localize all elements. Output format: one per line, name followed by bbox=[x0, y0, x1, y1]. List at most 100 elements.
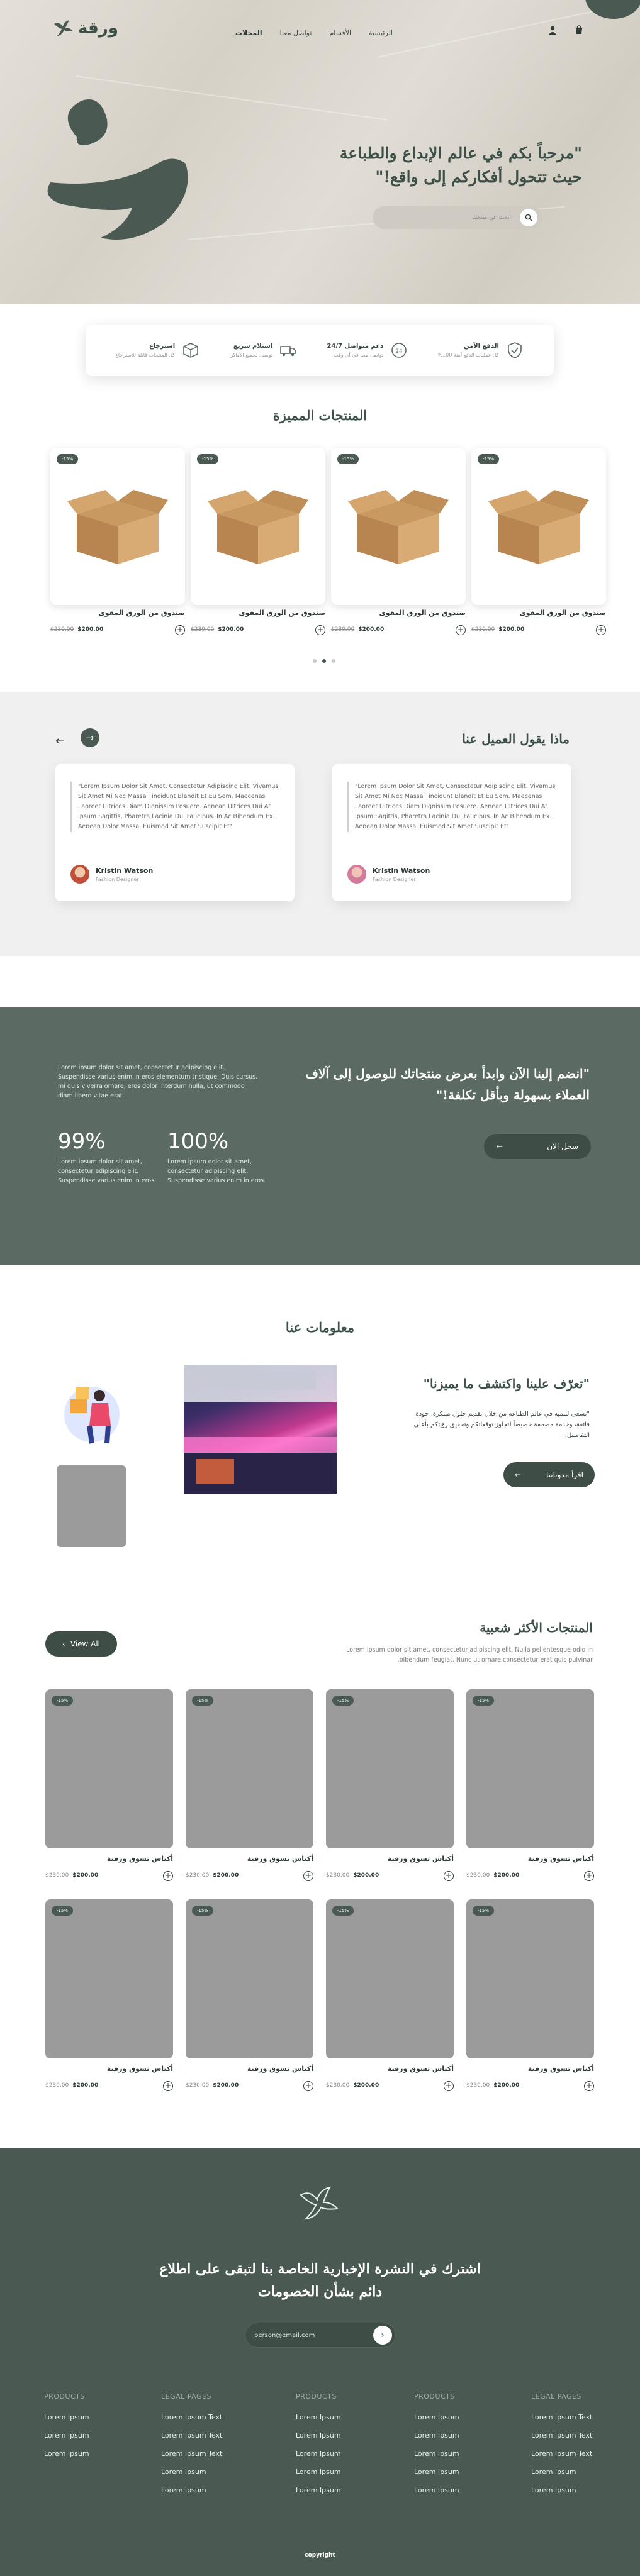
footer-link[interactable]: Lorem Ipsum bbox=[44, 2450, 89, 2458]
product-name[interactable]: أكياس تسوق ورقية bbox=[186, 2065, 313, 2073]
add-to-cart-button[interactable]: + bbox=[175, 625, 185, 635]
read-blog-button-label: اقرأ مدوناتنا bbox=[546, 1470, 583, 1479]
logo[interactable]: ورقة bbox=[53, 19, 118, 38]
footer-link[interactable]: Lorem Ipsum Text bbox=[531, 2431, 592, 2440]
footer-link[interactable]: Lorem Ipsum bbox=[296, 2468, 341, 2476]
search-button[interactable] bbox=[520, 209, 537, 226]
footer-link[interactable]: Lorem Ipsum bbox=[414, 2431, 459, 2440]
nav-item-contact[interactable]: تواصل معنا bbox=[280, 29, 312, 37]
svg-text:24: 24 bbox=[396, 348, 403, 355]
footer-link[interactable]: Lorem Ipsum bbox=[296, 2450, 341, 2458]
feature-secure-payment: الدفع الآمن كل عمليات الدفع آمنة 100% bbox=[437, 341, 524, 360]
read-blog-button[interactable]: اقرأ مدوناتنا ← bbox=[503, 1462, 595, 1487]
cart-icon[interactable] bbox=[574, 25, 584, 35]
product-card[interactable]: -15% bbox=[45, 1899, 173, 2058]
footer-link[interactable]: Lorem Ipsum bbox=[414, 2468, 459, 2476]
product-card[interactable]: -15% bbox=[191, 448, 325, 605]
footer-link[interactable]: Lorem Ipsum Text bbox=[531, 2413, 592, 2421]
product-card[interactable]: -15% bbox=[471, 448, 606, 605]
search-input[interactable]: ابحث عن منتجك bbox=[473, 214, 511, 221]
footer-link[interactable]: Lorem Ipsum Text bbox=[161, 2413, 222, 2421]
footer-column: PRODUCTS Lorem Ipsum Lorem Ipsum Lorem Ipsu… bbox=[414, 2392, 459, 2504]
add-to-cart-button[interactable]: + bbox=[456, 625, 466, 635]
nav-item-sections[interactable]: الأقسام bbox=[329, 29, 351, 37]
product-card[interactable]: -15% bbox=[186, 1689, 313, 1848]
footer-link[interactable]: Lorem Ipsum bbox=[161, 2486, 222, 2494]
footer-link[interactable]: Lorem Ipsum Text bbox=[161, 2431, 222, 2440]
product-name[interactable]: صندوق من الورق المقوى bbox=[331, 609, 466, 617]
add-to-cart-button[interactable]: + bbox=[303, 1871, 313, 1881]
cardboard-box-image bbox=[67, 490, 168, 564]
discount-badge: -15% bbox=[57, 454, 79, 464]
feature-subtitle: توصيل لجميع الأماكن bbox=[229, 352, 273, 358]
product-card[interactable]: -15% bbox=[186, 1899, 313, 2058]
current-price: $200.00 bbox=[72, 2082, 99, 2089]
product-card[interactable]: -15% bbox=[326, 1899, 454, 2058]
add-to-cart-button[interactable]: + bbox=[584, 2081, 594, 2091]
carousel-dot[interactable] bbox=[332, 659, 335, 663]
user-icon[interactable] bbox=[547, 25, 558, 35]
footer-link[interactable]: Lorem Ipsum bbox=[296, 2413, 341, 2421]
footer-link[interactable]: Lorem Ipsum bbox=[531, 2468, 592, 2476]
current-price: $200.00 bbox=[77, 626, 104, 633]
add-to-cart-button[interactable]: + bbox=[163, 2081, 173, 2091]
footer-link[interactable]: Lorem Ipsum bbox=[161, 2468, 222, 2476]
submit-arrow-icon[interactable]: › bbox=[373, 2326, 392, 2345]
author-name: Kristin Watson bbox=[96, 866, 154, 875]
footer-link[interactable]: Lorem Ipsum bbox=[44, 2413, 89, 2421]
feature-delivery: استلام سريع توصيل لجميع الأماكن bbox=[229, 341, 298, 360]
add-to-cart-button[interactable]: + bbox=[596, 625, 606, 635]
product-card[interactable]: -15% bbox=[466, 1899, 594, 2058]
newsletter-title-line2: دائم بشأن الخصومات bbox=[257, 2284, 383, 2300]
product-card[interactable]: -15% bbox=[50, 448, 185, 605]
product-name[interactable]: أكياس تسوق ورقية bbox=[466, 1855, 594, 1863]
product-name[interactable]: أكياس تسوق ورقية bbox=[326, 1855, 454, 1863]
product-name[interactable]: أكياس تسوق ورقية bbox=[186, 1855, 313, 1863]
current-price: $200.00 bbox=[493, 1872, 520, 1879]
arrow-right-icon[interactable]: → bbox=[81, 728, 99, 747]
product-name[interactable]: أكياس تسوق ورقية bbox=[45, 2065, 173, 2073]
add-to-cart-button[interactable]: + bbox=[163, 1871, 173, 1881]
product-name[interactable]: صندوق من الورق المقوى bbox=[471, 609, 606, 617]
product-card[interactable]: -15% bbox=[326, 1689, 454, 1848]
product-name[interactable]: أكياس تسوق ورقية bbox=[45, 1855, 173, 1863]
newsletter-email-field[interactable]: person@email.com › bbox=[245, 2323, 396, 2348]
register-button[interactable]: سجل الآن ← bbox=[484, 1134, 591, 1159]
view-all-button[interactable]: ‹ View All bbox=[45, 1631, 117, 1657]
shield-check-icon bbox=[508, 342, 522, 358]
footer-link[interactable]: Lorem Ipsum bbox=[296, 2486, 341, 2494]
footer-link[interactable]: Lorem Ipsum bbox=[414, 2450, 459, 2458]
email-input[interactable]: person@email.com bbox=[254, 2332, 315, 2339]
footer-column: PRODUCTS Lorem Ipsum Lorem Ipsum Lorem Ipsu… bbox=[44, 2392, 89, 2468]
carousel-dot[interactable] bbox=[313, 659, 317, 663]
product-name[interactable]: أكياس تسوق ورقية bbox=[466, 2065, 594, 2073]
footer-link[interactable]: Lorem Ipsum bbox=[531, 2486, 592, 2494]
footer-link[interactable]: Lorem Ipsum Text bbox=[531, 2450, 592, 2458]
add-to-cart-button[interactable]: + bbox=[444, 2081, 454, 2091]
nav-item-home[interactable]: الرئيسية bbox=[369, 29, 393, 37]
nav-item-magazines[interactable]: المجلات bbox=[235, 29, 262, 37]
product-name[interactable]: أكياس تسوق ورقية bbox=[326, 2065, 454, 2073]
add-to-cart-button[interactable]: + bbox=[584, 1871, 594, 1881]
add-to-cart-button[interactable]: + bbox=[444, 1871, 454, 1881]
carousel-dot-active[interactable] bbox=[322, 659, 326, 663]
hero-search-bar[interactable]: ابحث عن منتجك bbox=[373, 206, 542, 229]
product-name[interactable]: صندوق من الورق المقوى bbox=[50, 609, 185, 617]
package-return-icon bbox=[183, 343, 198, 358]
product-card[interactable]: -15% bbox=[45, 1689, 173, 1848]
arrow-left-icon[interactable]: ← bbox=[55, 735, 65, 748]
footer-column-heading: PRODUCTS bbox=[414, 2392, 455, 2401]
footer-link[interactable]: Lorem Ipsum bbox=[414, 2413, 459, 2421]
footer-link[interactable]: Lorem Ipsum bbox=[296, 2431, 341, 2440]
current-price: $200.00 bbox=[493, 2082, 520, 2089]
product-card[interactable]: -15% bbox=[466, 1689, 594, 1848]
footer-link[interactable]: Lorem Ipsum bbox=[414, 2486, 459, 2494]
add-to-cart-button[interactable]: + bbox=[315, 625, 325, 635]
add-to-cart-button[interactable]: + bbox=[303, 2081, 313, 2091]
product-name[interactable]: صندوق من الورق المقوى bbox=[191, 609, 325, 617]
product-card[interactable]: -15% bbox=[331, 448, 466, 605]
footer-link[interactable]: Lorem Ipsum Text bbox=[161, 2450, 222, 2458]
old-price: $230.00 bbox=[45, 2082, 69, 2089]
footer-link[interactable]: Lorem Ipsum bbox=[44, 2431, 89, 2440]
testimonial-quote: "Lorem Ipsum Dolor Sit Amet, Consectetur… bbox=[347, 782, 561, 832]
